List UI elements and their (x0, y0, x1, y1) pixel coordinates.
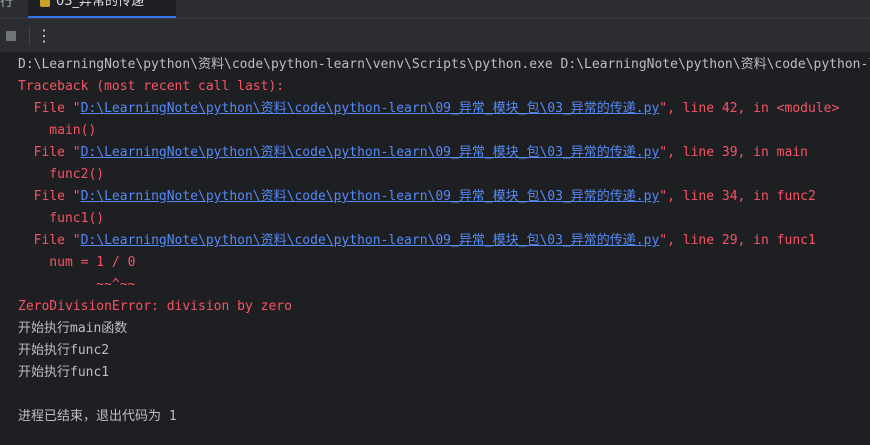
frame-suffix: ", line 29, in func1 (659, 233, 816, 248)
error-message: ZeroDivisionError: division by zero (18, 299, 292, 314)
console-command-line: D:\LearningNote\python\资料\code\python-le… (18, 57, 870, 72)
traceback-code-line: num = 1 / 0 (18, 255, 136, 270)
toolbar-divider (29, 26, 30, 46)
more-options-icon[interactable]: ⋮ (35, 25, 53, 47)
traceback-code-line: func2() (18, 167, 105, 182)
python-file-icon (40, 0, 50, 7)
run-toolbar: ⋮ (0, 19, 870, 52)
output-line: 开始执行func1 (18, 365, 110, 380)
active-tab-indicator (28, 16, 176, 18)
output-line: 开始执行main函数 (18, 321, 128, 336)
output-line: 开始执行func2 (18, 343, 110, 358)
run-console-output[interactable]: D:\LearningNote\python\资料\code\python-le… (0, 52, 870, 445)
frame-prefix: File " (18, 189, 81, 204)
traceback-frame-line: File "D:\LearningNote\python\资料\code\pyt… (18, 186, 816, 208)
traceback-code-line: func1() (18, 211, 105, 226)
traceback-file-link[interactable]: D:\LearningNote\python\资料\code\python-le… (81, 101, 660, 116)
traceback-frame-line: File "D:\LearningNote\python\资料\code\pyt… (18, 98, 840, 120)
frame-suffix: ", line 39, in main (659, 145, 808, 160)
traceback-file-link[interactable]: D:\LearningNote\python\资料\code\python-le… (81, 189, 660, 204)
traceback-frame-line: File "D:\LearningNote\python\资料\code\pyt… (18, 230, 816, 252)
frame-prefix: File " (18, 233, 81, 248)
editor-tab-bar: 行 03_异常的传递 (0, 0, 870, 19)
frame-suffix: ", line 34, in func2 (659, 189, 816, 204)
tab-active-file[interactable]: 03_异常的传递 (28, 0, 176, 18)
traceback-file-link[interactable]: D:\LearningNote\python\资料\code\python-le… (81, 145, 660, 160)
frame-prefix: File " (18, 145, 81, 160)
traceback-caret-marker: ~~^~~ (18, 277, 136, 292)
traceback-code-line: main() (18, 123, 97, 138)
traceback-frame-line: File "D:\LearningNote\python\资料\code\pyt… (18, 142, 808, 164)
traceback-file-link[interactable]: D:\LearningNote\python\资料\code\python-le… (81, 233, 660, 248)
frame-suffix: ", line 42, in <module> (659, 101, 840, 116)
traceback-header: Traceback (most recent call last): (18, 79, 285, 94)
tab-label: 03_异常的传递 (56, 0, 145, 9)
process-exit-message: 进程已结束，退出代码为 1 (18, 409, 177, 424)
frame-prefix: File " (18, 101, 81, 116)
previous-tab-fragment[interactable]: 行 (0, 0, 13, 12)
stop-button[interactable] (6, 31, 16, 41)
